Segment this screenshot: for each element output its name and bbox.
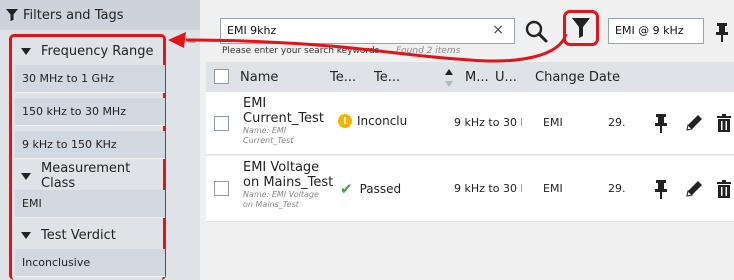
filter-preset-value: EMI @ 9 kHz bbox=[615, 24, 684, 37]
filters-title: Filters and Tags bbox=[23, 7, 124, 23]
checkmark-icon: ✔ bbox=[340, 180, 353, 198]
row-name-subtitle: Name: EMI bbox=[243, 126, 287, 135]
funnel-icon bbox=[6, 9, 18, 21]
category-measurement-class[interactable]: Measurement Class bbox=[15, 161, 165, 191]
filter-panel-highlight: Frequency Range 30 MHz to 1 GHz 150 kHz … bbox=[9, 34, 166, 280]
category-test-verdict[interactable]: Test Verdict bbox=[15, 222, 165, 248]
row-name-cell: EMI Current_Test Name: EMI Current_Test bbox=[243, 96, 329, 146]
column-header-te2[interactable]: Te... bbox=[374, 70, 400, 85]
category-label: Measurement Class bbox=[41, 161, 131, 191]
row-verdict-text: Inconclu bbox=[357, 114, 408, 128]
row-name-cell: EMI Voltage on Mains_Test Name: EMI Volt… bbox=[243, 160, 343, 210]
row-change-date: 29.0 bbox=[608, 182, 626, 195]
row-verdict-text: Passed bbox=[359, 182, 402, 196]
pin-icon[interactable] bbox=[652, 179, 670, 199]
filter-toggle-button[interactable] bbox=[563, 10, 599, 46]
search-icon[interactable] bbox=[522, 17, 552, 45]
row-name-line: EMI bbox=[243, 96, 267, 111]
sort-icon[interactable] bbox=[444, 68, 454, 88]
column-header-name[interactable]: Name bbox=[240, 70, 278, 85]
table-header: Name Te... Te... M... U... Change Date bbox=[206, 62, 734, 92]
row-verdict: ✔ Passed bbox=[340, 180, 414, 198]
category-label: Frequency Range bbox=[41, 43, 154, 59]
filter-item-label: 30 MHz to 1 GHz bbox=[22, 72, 115, 85]
category-label: Test Verdict bbox=[41, 227, 116, 243]
collapse-triangle-icon bbox=[21, 172, 31, 180]
row-verdict: ! Inconclu bbox=[338, 114, 412, 128]
select-all-checkbox[interactable] bbox=[214, 69, 229, 84]
collapse-triangle-icon bbox=[21, 47, 31, 55]
row-class: EMI bbox=[543, 182, 563, 195]
row-name-line: EMI Voltage bbox=[243, 160, 320, 175]
table-row[interactable]: EMI Voltage on Mains_Test Name: EMI Volt… bbox=[206, 156, 734, 222]
warning-icon: ! bbox=[338, 114, 352, 128]
sidebar-scrollbar[interactable] bbox=[186, 32, 198, 280]
column-header-te1[interactable]: Te... bbox=[330, 70, 356, 85]
pin-icon[interactable] bbox=[714, 22, 730, 42]
row-name-subtitle: Current_Test bbox=[243, 136, 294, 145]
delete-trash-icon[interactable] bbox=[714, 113, 734, 133]
search-hint: Please enter your search keywords bbox=[222, 46, 380, 56]
search-input-value: EMI 9khz bbox=[227, 24, 277, 37]
pin-icon[interactable] bbox=[652, 113, 670, 133]
table-empty-area bbox=[206, 223, 734, 280]
filter-item-label: EMI bbox=[22, 197, 42, 210]
row-frequency: 9 kHz to 30 M bbox=[454, 182, 522, 195]
collapse-triangle-icon bbox=[21, 231, 31, 239]
column-header-change-date[interactable]: Change Date bbox=[535, 70, 620, 85]
filter-item-label: 9 kHz to 150 KHz bbox=[22, 138, 117, 151]
filter-item-9khz-150khz[interactable]: 9 kHz to 150 KHz bbox=[15, 131, 165, 159]
search-result-count: Found 2 items bbox=[396, 46, 461, 56]
row-change-date: 29.0 bbox=[608, 116, 626, 129]
row-frequency: 9 kHz to 30 M bbox=[454, 116, 522, 129]
column-header-u[interactable]: U... bbox=[495, 70, 517, 85]
edit-pencil-icon[interactable] bbox=[684, 179, 704, 199]
filter-item-label: Inconclusive bbox=[22, 256, 91, 269]
scroll-up-icon[interactable] bbox=[188, 38, 196, 43]
category-frequency-range[interactable]: Frequency Range bbox=[15, 38, 165, 64]
filter-item-inconclusive[interactable]: Inconclusive bbox=[15, 249, 165, 277]
filter-item-emi[interactable]: EMI bbox=[15, 190, 165, 218]
funnel-icon bbox=[572, 18, 590, 38]
column-header-m[interactable]: M... bbox=[465, 70, 489, 85]
row-name-line: Current_Test bbox=[243, 111, 324, 126]
edit-pencil-icon[interactable] bbox=[684, 113, 704, 133]
filter-item-label: 150 kHz to 30 MHz bbox=[22, 105, 126, 118]
filters-sidebar: Filters and Tags Frequency Range 30 MHz … bbox=[0, 0, 200, 280]
search-input[interactable]: EMI 9khz × bbox=[220, 18, 515, 44]
app-window: Filters and Tags Frequency Range 30 MHz … bbox=[0, 0, 734, 280]
row-class: EMI bbox=[543, 116, 563, 129]
row-checkbox[interactable] bbox=[214, 181, 229, 196]
filter-item-150khz-30mhz[interactable]: 150 kHz to 30 MHz bbox=[15, 98, 165, 126]
filters-header[interactable]: Filters and Tags bbox=[0, 0, 200, 30]
row-name-subtitle: on Mains_Test bbox=[243, 200, 299, 209]
clear-search-icon[interactable]: × bbox=[492, 22, 504, 38]
table-row[interactable]: EMI Current_Test Name: EMI Current_Test … bbox=[206, 92, 734, 155]
row-checkbox[interactable] bbox=[214, 116, 229, 131]
row-name-subtitle: Name: EMI Voltage bbox=[243, 190, 319, 199]
filter-preset-field[interactable]: EMI @ 9 kHz bbox=[608, 18, 704, 44]
row-name-line: on Mains_Test bbox=[243, 175, 334, 190]
delete-trash-icon[interactable] bbox=[714, 179, 734, 199]
filter-item-30mhz-1ghz[interactable]: 30 MHz to 1 GHz bbox=[15, 65, 165, 93]
